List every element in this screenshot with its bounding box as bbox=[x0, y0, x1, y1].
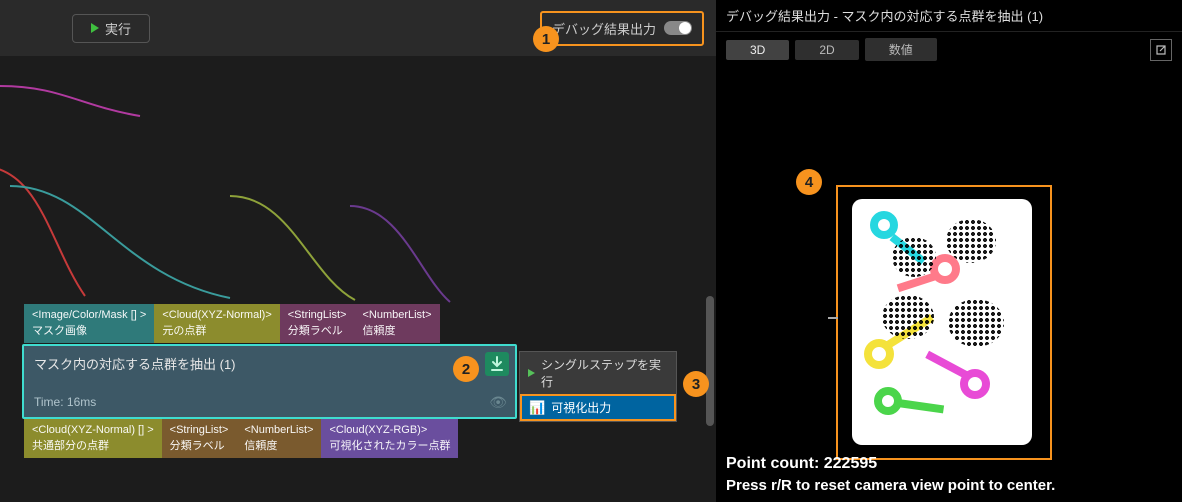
callout-3: 3 bbox=[683, 371, 709, 397]
output-port-class-labels[interactable]: <StringList> 分類ラベル bbox=[162, 419, 237, 458]
node-output-ports: <Cloud(XYZ-Normal) [] > 共通部分の点群 <StringL… bbox=[24, 419, 458, 458]
toolbar: 実行 デバッグ結果出力 bbox=[0, 0, 716, 56]
debug-output-toggle[interactable]: デバッグ結果出力 bbox=[540, 11, 704, 46]
callout-1: 1 bbox=[533, 26, 559, 52]
input-port-class-labels[interactable]: <StringList> 分類ラベル bbox=[280, 304, 355, 343]
input-port-source-cloud[interactable]: <Cloud(XYZ-Normal)> 元の点群 bbox=[154, 304, 279, 343]
output-port-common-cloud[interactable]: <Cloud(XYZ-Normal) [] > 共通部分の点群 bbox=[24, 419, 162, 458]
node-title: マスク内の対応する点群を抽出 (1) bbox=[24, 346, 515, 377]
axis-tick-icon bbox=[828, 317, 838, 319]
tab-2d[interactable]: 2D bbox=[795, 40, 858, 60]
tab-numeric[interactable]: 数値 bbox=[865, 38, 937, 61]
chart-icon: 📊 bbox=[529, 400, 545, 416]
debug-output-panel: デバッグ結果出力 - マスク内の対応する点群を抽出 (1) 3D 2D 数値 4 bbox=[716, 0, 1182, 502]
ctx-item-visualize-output[interactable]: 📊 可視化出力 bbox=[520, 394, 676, 421]
node-time: Time: 16ms bbox=[24, 395, 515, 417]
panel-title: デバッグ結果出力 - マスク内の対応する点群を抽出 (1) bbox=[716, 0, 1182, 32]
toggle-switch-icon[interactable] bbox=[664, 21, 692, 35]
3d-viewport[interactable]: 4 bbox=[716, 67, 1182, 502]
view-tabs: 3D 2D 数値 bbox=[716, 32, 1182, 67]
play-icon bbox=[91, 23, 99, 33]
graph-editor[interactable]: 実行 デバッグ結果出力 <Image/Color/Mask [] > マスク画像 bbox=[0, 0, 716, 502]
run-button[interactable]: 実行 bbox=[72, 14, 150, 43]
point-count-label: Point count: 222595 bbox=[726, 455, 1172, 473]
tab-3d[interactable]: 3D bbox=[726, 40, 789, 60]
node-input-ports: <Image/Color/Mask [] > マスク画像 <Cloud(XYZ-… bbox=[24, 304, 440, 343]
play-icon bbox=[528, 369, 535, 377]
output-port-visualized-color-cloud[interactable]: <Cloud(XYZ-RGB)> 可視化されたカラー点群 bbox=[321, 419, 458, 458]
context-menu: シングルステップを実行 📊 可視化出力 bbox=[519, 351, 677, 422]
debug-toggle-label: デバッグ結果出力 bbox=[552, 19, 656, 38]
run-button-label: 実行 bbox=[105, 19, 131, 38]
scrollbar-thumb[interactable] bbox=[706, 296, 714, 426]
output-port-confidence[interactable]: <NumberList> 信頼度 bbox=[236, 419, 321, 458]
popout-icon[interactable] bbox=[1150, 39, 1172, 61]
reset-hint: Press r/R to reset camera view point to … bbox=[726, 477, 1172, 494]
input-port-confidence[interactable]: <NumberList> 信頼度 bbox=[354, 304, 439, 343]
input-port-mask-image[interactable]: <Image/Color/Mask [] > マスク画像 bbox=[24, 304, 154, 343]
callout-2: 2 bbox=[453, 356, 479, 382]
node-canvas[interactable]: <Image/Color/Mask [] > マスク画像 <Cloud(XYZ-… bbox=[0, 56, 716, 502]
visualize-icon[interactable]: 👁 bbox=[489, 394, 507, 411]
point-cloud-preview bbox=[852, 199, 1032, 445]
graph-node-extract-cloud-in-mask[interactable]: マスク内の対応する点群を抽出 (1) Time: 16ms 👁 bbox=[22, 344, 517, 419]
debug-indicator-icon[interactable] bbox=[485, 352, 509, 376]
ctx-item-single-step[interactable]: シングルステップを実行 bbox=[520, 352, 676, 394]
callout-4: 4 bbox=[796, 169, 822, 195]
